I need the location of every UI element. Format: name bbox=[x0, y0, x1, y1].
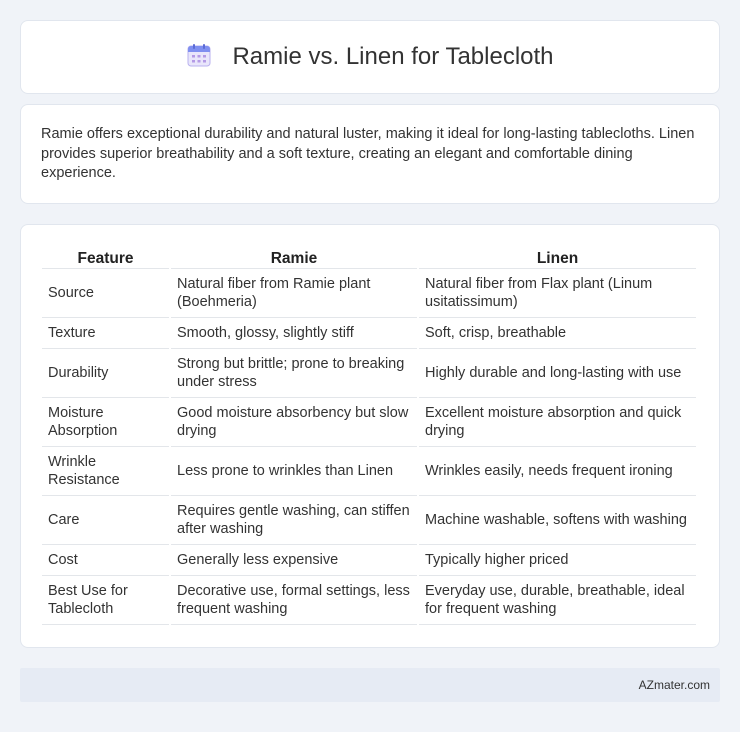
cell-ramie: Decorative use, formal settings, less fr… bbox=[171, 576, 417, 625]
cell-ramie: Less prone to wrinkles than Linen bbox=[171, 447, 417, 496]
cell-ramie: Natural fiber from Ramie plant (Boehmeri… bbox=[171, 269, 417, 318]
cell-feature: Source bbox=[42, 269, 169, 318]
comparison-card: Feature Ramie Linen Source Natural fiber… bbox=[20, 224, 720, 648]
cell-feature: Best Use for Tablecloth bbox=[42, 576, 169, 625]
cell-feature: Care bbox=[42, 496, 169, 545]
header-linen: Linen bbox=[419, 245, 696, 269]
page-title: Ramie vs. Linen for Tablecloth bbox=[232, 43, 554, 70]
intro-card: Ramie offers exceptional durability and … bbox=[20, 104, 720, 204]
cell-ramie: Generally less expensive bbox=[171, 545, 417, 576]
table-row: Best Use for Tablecloth Decorative use, … bbox=[42, 576, 696, 625]
table-row: Wrinkle Resistance Less prone to wrinkle… bbox=[42, 447, 696, 496]
table-row: Moisture Absorption Good moisture absorb… bbox=[42, 398, 696, 447]
footer-brand: AZmater.com bbox=[638, 678, 710, 692]
intro-text: Ramie offers exceptional durability and … bbox=[41, 126, 695, 181]
cell-linen: Everyday use, durable, breathable, ideal… bbox=[419, 576, 696, 625]
table-row: Care Requires gentle washing, can stiffe… bbox=[42, 496, 696, 545]
table-row: Source Natural fiber from Ramie plant (B… bbox=[42, 269, 696, 318]
table-row: Durability Strong but brittle; prone to … bbox=[42, 349, 696, 398]
title-wrap: Ramie vs. Linen for Tablecloth bbox=[186, 42, 554, 73]
cell-feature: Texture bbox=[42, 318, 169, 349]
table-row: Texture Smooth, glossy, slightly stiff S… bbox=[42, 318, 696, 349]
comparison-table: Feature Ramie Linen Source Natural fiber… bbox=[40, 245, 698, 625]
cell-ramie: Smooth, glossy, slightly stiff bbox=[171, 318, 417, 349]
title-card: Ramie vs. Linen for Tablecloth bbox=[20, 20, 720, 94]
table-row: Cost Generally less expensive Typically … bbox=[42, 545, 696, 576]
cell-linen: Natural fiber from Flax plant (Linum usi… bbox=[419, 269, 696, 318]
cell-feature: Cost bbox=[42, 545, 169, 576]
table-header-row: Feature Ramie Linen bbox=[42, 245, 696, 269]
cell-linen: Wrinkles easily, needs frequent ironing bbox=[419, 447, 696, 496]
cell-feature: Wrinkle Resistance bbox=[42, 447, 169, 496]
cell-feature: Moisture Absorption bbox=[42, 398, 169, 447]
calendar-icon bbox=[186, 42, 212, 73]
header-ramie: Ramie bbox=[171, 245, 417, 269]
cell-ramie: Good moisture absorbency but slow drying bbox=[171, 398, 417, 447]
cell-linen: Excellent moisture absorption and quick … bbox=[419, 398, 696, 447]
cell-linen: Soft, crisp, breathable bbox=[419, 318, 696, 349]
cell-linen: Typically higher priced bbox=[419, 545, 696, 576]
cell-ramie: Requires gentle washing, can stiffen aft… bbox=[171, 496, 417, 545]
header-feature: Feature bbox=[42, 245, 169, 269]
cell-feature: Durability bbox=[42, 349, 169, 398]
cell-linen: Machine washable, softens with washing bbox=[419, 496, 696, 545]
cell-ramie: Strong but brittle; prone to breaking un… bbox=[171, 349, 417, 398]
footer-bar: AZmater.com bbox=[20, 668, 720, 702]
cell-linen: Highly durable and long-lasting with use bbox=[419, 349, 696, 398]
